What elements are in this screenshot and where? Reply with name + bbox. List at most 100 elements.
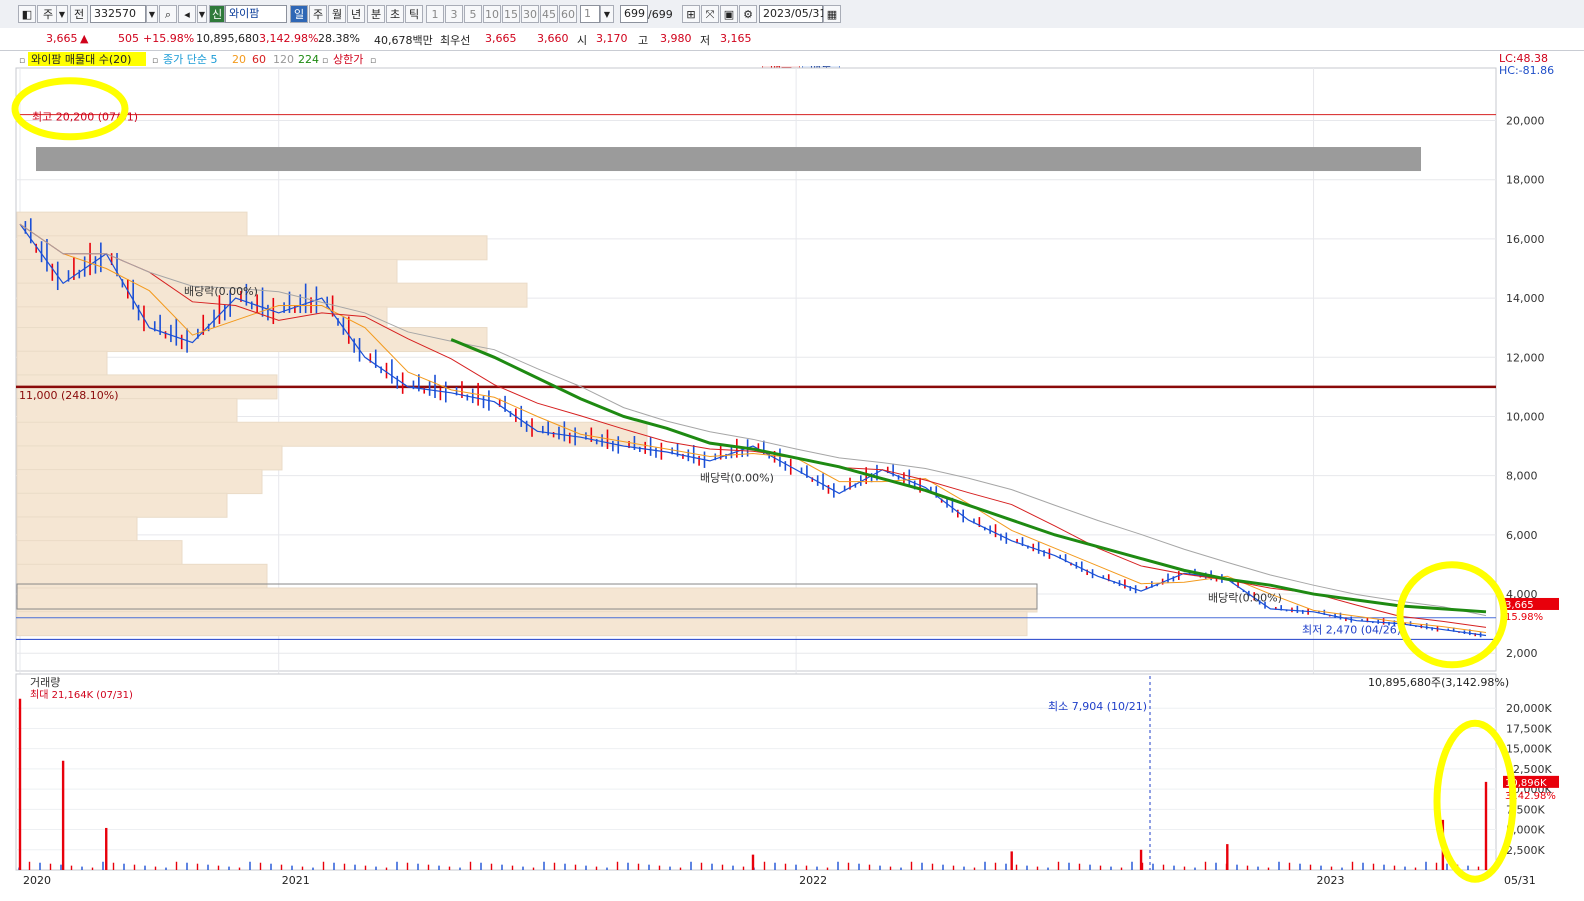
volume-profile-bar: [16, 211, 248, 237]
legend-ma120: 120: [273, 53, 294, 66]
volume-min-label: 최소 7,904 (10/21): [1048, 700, 1147, 713]
volume-profile-bar: [16, 350, 108, 376]
price-tick-label: 8,000: [1506, 470, 1538, 483]
legend-ma224: 224: [298, 53, 319, 66]
mult-3[interactable]: 3: [445, 5, 463, 23]
legend-toggle-icon-2: ▫: [152, 56, 158, 66]
code-input[interactable]: 332570: [90, 5, 146, 23]
price-tick-label: 20,000: [1506, 115, 1545, 128]
crosshair-icon[interactable]: ⤧: [701, 5, 719, 23]
open-label: 시: [577, 34, 588, 47]
mult-5[interactable]: 5: [464, 5, 482, 23]
mult-10[interactable]: 10: [483, 5, 501, 23]
volume-title: 거래량: [30, 676, 60, 689]
volume-profile-bar: [16, 611, 1028, 637]
period-dropdown-icon[interactable]: ▼: [56, 5, 68, 23]
mult-45[interactable]: 45: [540, 5, 558, 23]
volume-profile-bar: [16, 587, 1038, 613]
volume-tick-label: 17,500K: [1506, 722, 1552, 735]
volume-profile-bar: [16, 540, 183, 566]
price-tag-label: 3,665: [1505, 600, 1534, 611]
dividend-label: 배당락(0.00%): [700, 472, 774, 485]
toolbar: ◧ 주 ▼ 전 332570 ▼ ⌕ ◂ ▼ 신 와이팜 일 주 월 년 분 초…: [0, 0, 1584, 29]
mult-1[interactable]: 1: [426, 5, 444, 23]
level-line-label: 11,000 (248.10%): [19, 389, 119, 402]
volume-plot-area: [15, 673, 1497, 871]
price-tick-label: 6,000: [1506, 529, 1538, 542]
low-marker-label: 최저 2,470 (04/26): [1302, 623, 1401, 636]
price-volume-chart[interactable]: ▫ 와이팜 매물대 수(20) ▫ 종가 단순 5 20 60 120 224 …: [0, 50, 1584, 901]
low-value: 3,165: [720, 32, 752, 45]
interval-tick[interactable]: 틱: [405, 5, 423, 23]
volume-profile-bar: [16, 235, 488, 261]
volume-profile-bar: [16, 469, 263, 495]
interval-month[interactable]: 월: [328, 5, 346, 23]
high-label: 고: [638, 34, 649, 47]
pct-tag-label: 15.98%: [1505, 612, 1543, 623]
legend-ma5: 종가 단순 5: [163, 53, 217, 66]
date-input[interactable]: 2023/05/31: [759, 5, 826, 23]
legend-profile-label: 와이팜 매물대 수(20): [31, 53, 131, 66]
best-bid: 3,660: [537, 32, 569, 45]
volume-profile-bar: [16, 516, 138, 542]
interval-minute[interactable]: 분: [367, 5, 385, 23]
interval-second[interactable]: 초: [386, 5, 404, 23]
chart-menu-icon[interactable]: ◧: [18, 5, 36, 23]
volume-last-label: 10,895,680주(3,142.98%): [1368, 676, 1509, 689]
trade-amount: 40,678백만: [374, 34, 433, 47]
price-tick-label: 14,000: [1506, 292, 1545, 305]
x-tick-label: 2023: [1317, 874, 1345, 887]
price-tick-label: 10,000: [1506, 410, 1545, 423]
volume-tick-label: 20,000K: [1506, 702, 1552, 715]
best-ask: 3,665: [485, 32, 517, 45]
count-dropdown-icon[interactable]: ▼: [600, 5, 614, 23]
legend-ma60: 60: [252, 53, 266, 66]
interval-week[interactable]: 주: [309, 5, 327, 23]
best-label: 최우선: [440, 34, 471, 47]
quote-bar: 3,665 ▲ 505 +15.98% 10,895,680 3,142.98%…: [0, 28, 1584, 76]
interval-year[interactable]: 년: [347, 5, 365, 23]
prev-button[interactable]: 전: [70, 5, 88, 23]
x-tick-label: 2021: [282, 874, 310, 887]
code-dropdown-icon[interactable]: ▼: [146, 5, 158, 23]
mult-15[interactable]: 15: [502, 5, 520, 23]
price-change-pct: +15.98%: [143, 32, 195, 45]
grid-icon[interactable]: ⊞: [682, 5, 700, 23]
page-input[interactable]: 699: [620, 5, 648, 23]
price-change: 505: [118, 32, 139, 45]
volume-profile-bar: [16, 492, 228, 518]
stock-name-field[interactable]: 와이팜: [225, 5, 287, 23]
volume-max-label: 최대 21,164K (07/31): [30, 689, 133, 701]
dividend-label: 배당락(0.00%): [1208, 591, 1282, 604]
resistance-band: [36, 147, 1421, 172]
mult-30[interactable]: 30: [521, 5, 539, 23]
volume-panel: 2020 2021 2022 2023 05/312,500K5,000K7,500K1…: [15, 673, 1559, 887]
interval-day[interactable]: 일: [290, 5, 308, 23]
turnover-pct: 28.38%: [318, 32, 360, 45]
sound-dropdown-icon[interactable]: ▼: [197, 5, 207, 23]
legend-toggle-icon-4: ▫: [370, 56, 376, 66]
page-total: /699: [648, 8, 673, 21]
open-value: 3,170: [596, 32, 628, 45]
dividend-label: 배당락(0.00%): [184, 285, 258, 298]
sound-icon[interactable]: ◂: [178, 5, 196, 23]
high-value: 3,980: [660, 32, 692, 45]
x-tick-label: 2022: [799, 874, 827, 887]
market-badge: 신: [209, 5, 225, 23]
count-input[interactable]: 1: [580, 5, 600, 23]
legend-ma20: 20: [232, 53, 246, 66]
gear-icon[interactable]: ⚙: [739, 5, 757, 23]
save-icon[interactable]: ▣: [720, 5, 738, 23]
price-tick-label: 18,000: [1506, 174, 1545, 187]
price-tick-label: 16,000: [1506, 233, 1545, 246]
volume-tick-label: 2,500K: [1506, 844, 1545, 857]
calendar-icon[interactable]: ▦: [823, 5, 841, 23]
price-tick-label: 12,000: [1506, 351, 1545, 364]
volume-profile-bar: [16, 282, 528, 308]
mult-60[interactable]: 60: [559, 5, 577, 23]
search-icon[interactable]: ⌕: [159, 5, 177, 23]
up-arrow-icon: ▲: [80, 32, 89, 45]
volume-profile-bar: [16, 327, 488, 353]
volume-tick-label: 15,000K: [1506, 743, 1552, 756]
volume-ratio: 3,142.98%: [259, 32, 319, 45]
